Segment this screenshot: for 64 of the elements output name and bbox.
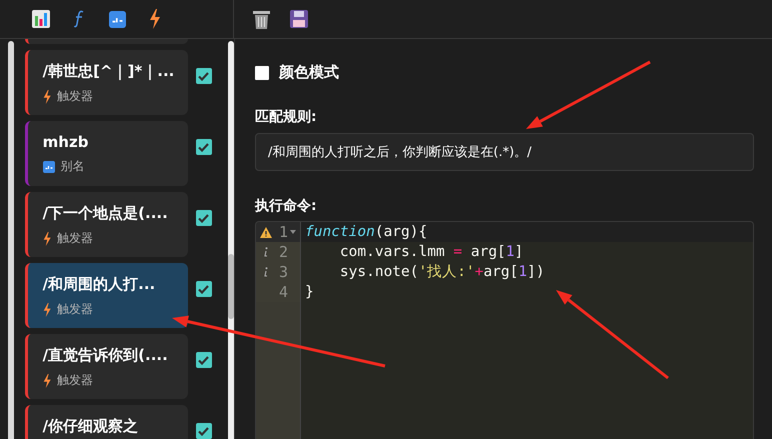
- function-icon: [74, 10, 84, 28]
- code-line: }: [304, 283, 315, 302]
- color-mode-label: 颜色模式: [279, 63, 339, 82]
- enabled-checkbox[interactable]: [196, 139, 212, 155]
- rule-type: 触发器: [57, 230, 94, 247]
- color-mode-checkbox[interactable]: [255, 66, 269, 80]
- rule-card[interactable]: /下一个地点是(.... 触发器: [24, 192, 188, 257]
- rule-title: /和周围的人打...: [42, 275, 156, 294]
- code-line: sys.note('找人:'+arg[1]): [338, 263, 546, 282]
- command-label: 执行命令:: [255, 197, 318, 215]
- enabled-checkbox[interactable]: [196, 68, 212, 84]
- rule-type: 别名: [60, 158, 85, 175]
- check-icon: [198, 356, 210, 364]
- rule-card[interactable]: mhzb 别名: [24, 121, 188, 186]
- warning-icon: [260, 226, 272, 238]
- enabled-checkbox[interactable]: [196, 210, 212, 226]
- alias-icon: [42, 160, 55, 172]
- enabled-checkbox[interactable]: [196, 352, 212, 368]
- line-number: 2: [278, 243, 288, 261]
- alias-icon: [108, 10, 126, 28]
- scrollbar[interactable]: [8, 41, 14, 439]
- line-number: 1: [278, 223, 288, 241]
- line-number: 4: [278, 283, 288, 301]
- rule-title: /你仔细观察之: [42, 417, 140, 436]
- match-rule-label: 匹配规则:: [255, 108, 318, 126]
- check-icon: [198, 426, 210, 436]
- rule-card[interactable]: /你仔细观察之: [24, 405, 188, 439]
- info-icon: [264, 247, 268, 257]
- check-icon: [198, 284, 210, 294]
- save-icon: [290, 10, 308, 28]
- rule-title: /下一个地点是(....: [42, 204, 169, 223]
- line-number: 3: [278, 263, 288, 281]
- rule-card[interactable]: /直觉告诉你到(.... 触发器: [24, 334, 188, 399]
- match-rule-field[interactable]: /和周围的人打听之后，你判断应该是在(.*)。/: [255, 133, 754, 171]
- fold-icon[interactable]: [290, 230, 296, 234]
- check-icon: [198, 214, 210, 222]
- rule-type: 触发器: [57, 88, 94, 105]
- toolbar-button[interactable]: [252, 9, 270, 29]
- lightning-icon: [42, 374, 52, 388]
- rule-card[interactable]: /和周围的人打... 触发器: [24, 263, 188, 328]
- scrollbar[interactable]: [228, 41, 234, 439]
- rule-type: 触发器: [57, 301, 94, 318]
- lightning-icon: [42, 302, 52, 316]
- rule-type: 触发器: [57, 372, 94, 389]
- code-line: com.vars.lmm = arg[1]: [338, 243, 524, 262]
- enabled-checkbox[interactable]: [196, 423, 212, 439]
- toolbar-button[interactable]: [290, 9, 308, 29]
- check-icon: [198, 72, 210, 80]
- lightning-icon: [149, 9, 161, 29]
- rule-title: mhzb: [42, 133, 90, 151]
- bar-chart-icon: [32, 10, 50, 28]
- info-icon: [264, 267, 268, 277]
- check-icon: [198, 142, 210, 152]
- rule-title: /直觉告诉你到(....: [42, 346, 169, 365]
- rule-title: /韩世忠[^｜]*｜...: [42, 62, 176, 81]
- code-editor[interactable]: 1 2 3 4 function(arg){ com.vars.lmm = arg[1] sys.note('找人:'+arg[1]) }: [255, 221, 754, 439]
- toolbar-button[interactable]: [32, 9, 50, 29]
- lightning-icon: [42, 232, 52, 246]
- toolbar-button[interactable]: [108, 9, 126, 29]
- rule-card[interactable]: /韩世忠[^｜]*｜... 触发器: [24, 50, 188, 115]
- trash-icon: [252, 10, 270, 28]
- enabled-checkbox[interactable]: [196, 281, 212, 297]
- scrollbar-thumb[interactable]: [228, 254, 234, 319]
- lightning-icon: [42, 90, 52, 104]
